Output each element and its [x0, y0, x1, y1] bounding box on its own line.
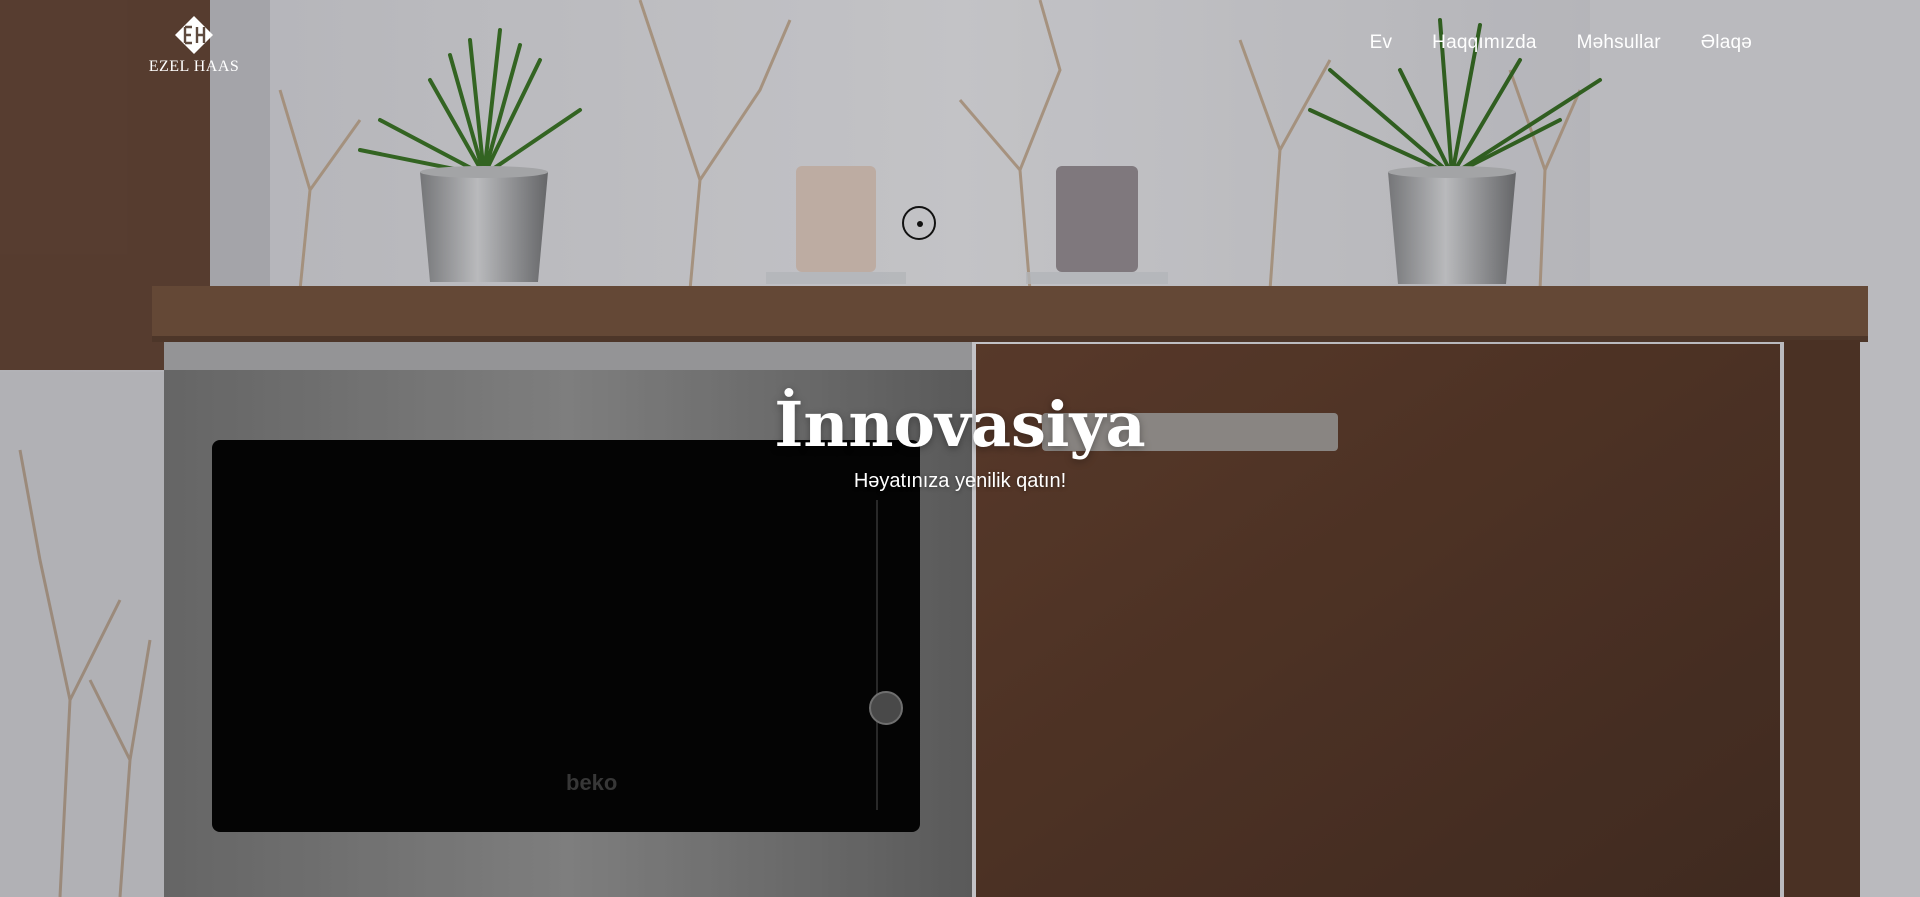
- main-nav: Ev Haqqımızda Məhsullar Əlaqə: [1370, 32, 1752, 54]
- cursor-dot-icon: [917, 221, 923, 227]
- nav-link-about[interactable]: Haqqımızda: [1432, 32, 1536, 54]
- brand-name: EZEL HAAS: [148, 58, 240, 75]
- nav-link-contact[interactable]: Əlaqə: [1701, 32, 1752, 54]
- nav-link-ev[interactable]: Ev: [1370, 32, 1393, 54]
- hero-subtitle: Həyatınıza yenilik qatın!: [853, 470, 1067, 492]
- monogram-icon: [175, 16, 213, 54]
- hero-section: beko EZEL HAAS Ev Haqqımızda Məhsullar Ə…: [0, 0, 1920, 897]
- nav-link-products[interactable]: Məhsullar: [1577, 32, 1661, 54]
- brand-logo[interactable]: EZEL HAAS: [148, 14, 240, 76]
- hero-title: İnnovasiya: [774, 388, 1146, 461]
